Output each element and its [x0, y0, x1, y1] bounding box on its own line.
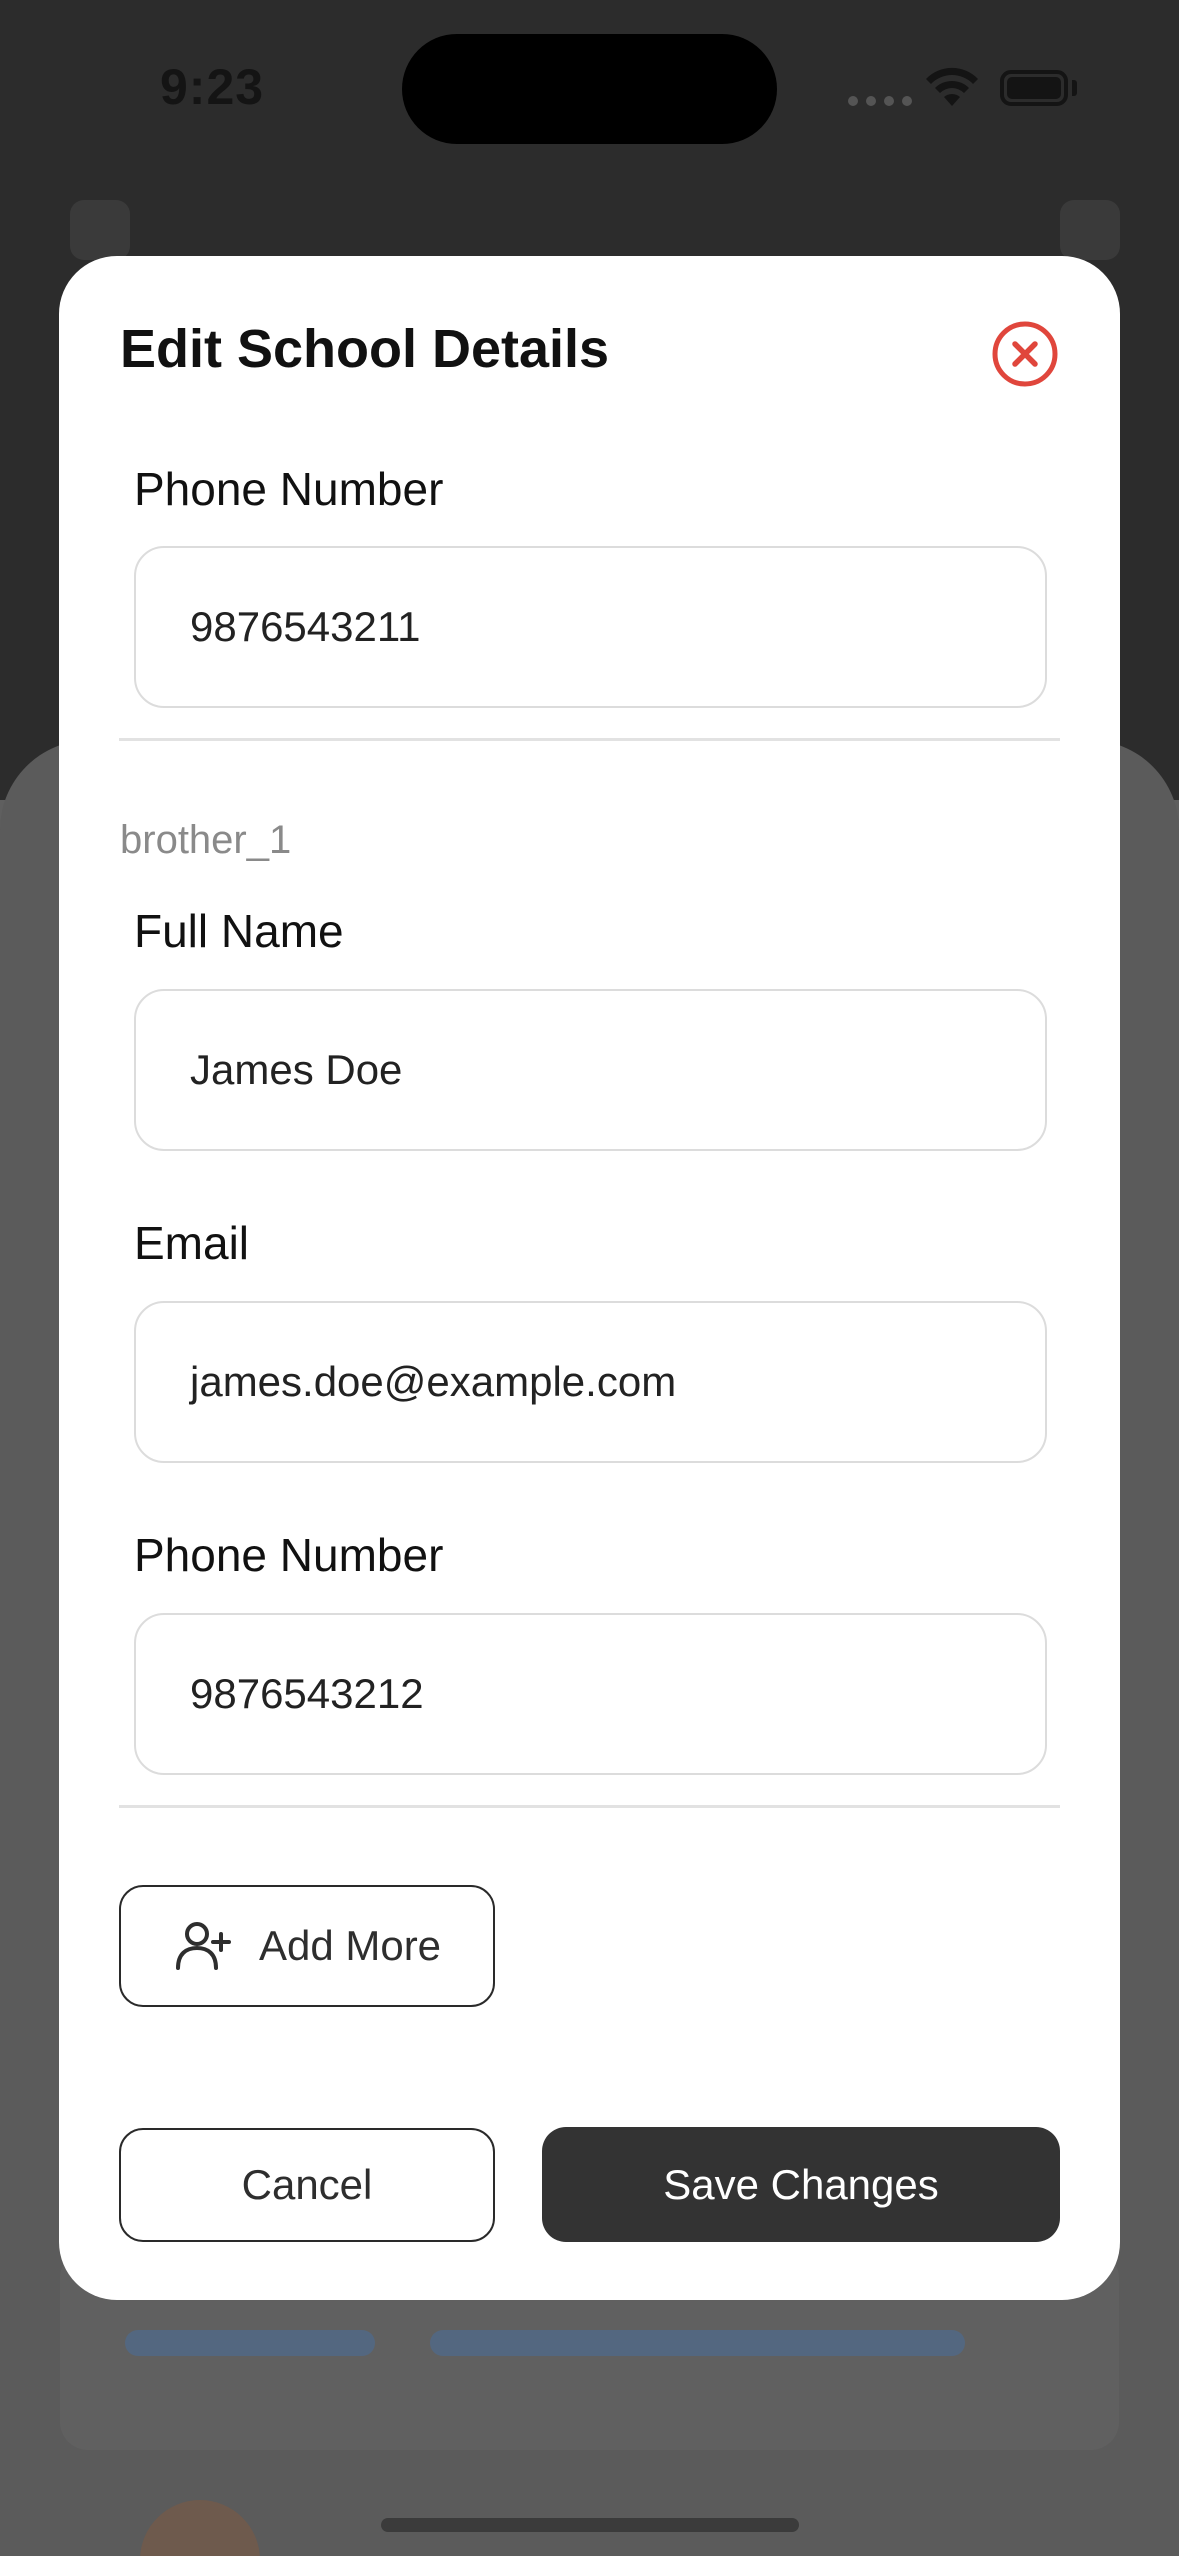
email-label: Email — [134, 1217, 250, 1269]
battery-icon — [1000, 70, 1068, 106]
battery-cap — [1072, 80, 1077, 96]
dynamic-island — [402, 34, 777, 144]
background-email-link — [430, 2330, 965, 2356]
home-indicator[interactable] — [381, 2518, 799, 2532]
close-circle-icon — [992, 321, 1058, 387]
background-back-icon — [70, 200, 130, 260]
background-menu-icon — [1060, 200, 1120, 260]
sibling-phone-number-input[interactable]: 9876543212 — [134, 1613, 1047, 1775]
cellular-signal-icon — [848, 96, 912, 106]
status-time: 9:23 — [160, 59, 265, 115]
add-more-button[interactable]: Add More — [119, 1885, 495, 2007]
full-name-input[interactable]: James Doe — [134, 989, 1047, 1151]
modal-title: Edit School Details — [120, 319, 610, 379]
phone-number-label: Phone Number — [134, 463, 444, 515]
phone-number-input[interactable]: 9876543211 — [134, 546, 1047, 708]
add-user-icon — [175, 1922, 231, 1970]
email-input[interactable]: james.doe@example.com — [134, 1301, 1047, 1463]
save-changes-button[interactable]: Save Changes — [542, 2127, 1060, 2242]
sibling-phone-number-label: Phone Number — [134, 1529, 444, 1581]
add-more-label: Add More — [258, 1922, 442, 1969]
edit-school-details-modal: Edit School Details Phone Number 9876543… — [59, 256, 1120, 2300]
full-name-label: Full Name — [134, 905, 344, 957]
cancel-button[interactable]: Cancel — [119, 2128, 495, 2242]
background-phone-link — [125, 2330, 375, 2356]
sibling-group-label: brother_1 — [120, 818, 292, 862]
section-divider — [119, 738, 1060, 741]
close-button[interactable] — [991, 320, 1059, 388]
section-divider — [119, 1805, 1060, 1808]
wifi-icon — [926, 67, 978, 106]
